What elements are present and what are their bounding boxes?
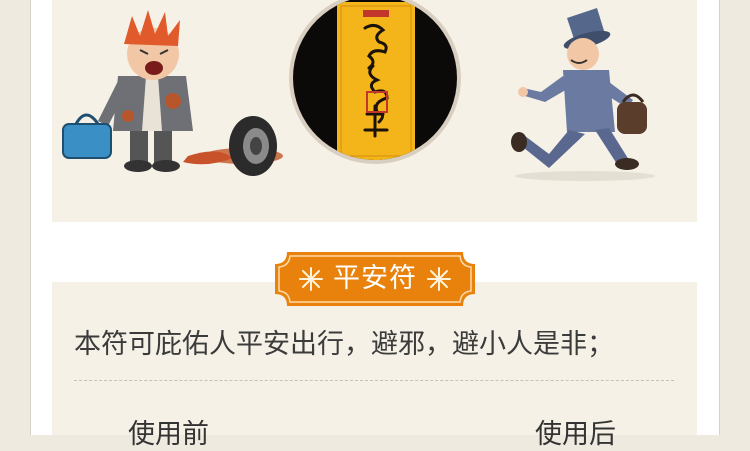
description-text: 本符可庇佑人平安出行，避邪，避小人是非； — [74, 329, 614, 360]
after-label: 使用后 — [535, 419, 616, 450]
before-label: 使用前 — [128, 419, 209, 450]
talisman-paper-icon — [337, 2, 415, 160]
dashed-divider — [74, 380, 674, 381]
lucky-man-illustration — [511, 8, 655, 181]
talisman-photo — [289, 0, 461, 164]
tire-icon — [229, 116, 277, 176]
section-title-badge: 平安符 — [275, 252, 475, 306]
unlucky-man-illustration — [62, 10, 283, 176]
section-title: 平安符 — [333, 263, 417, 294]
